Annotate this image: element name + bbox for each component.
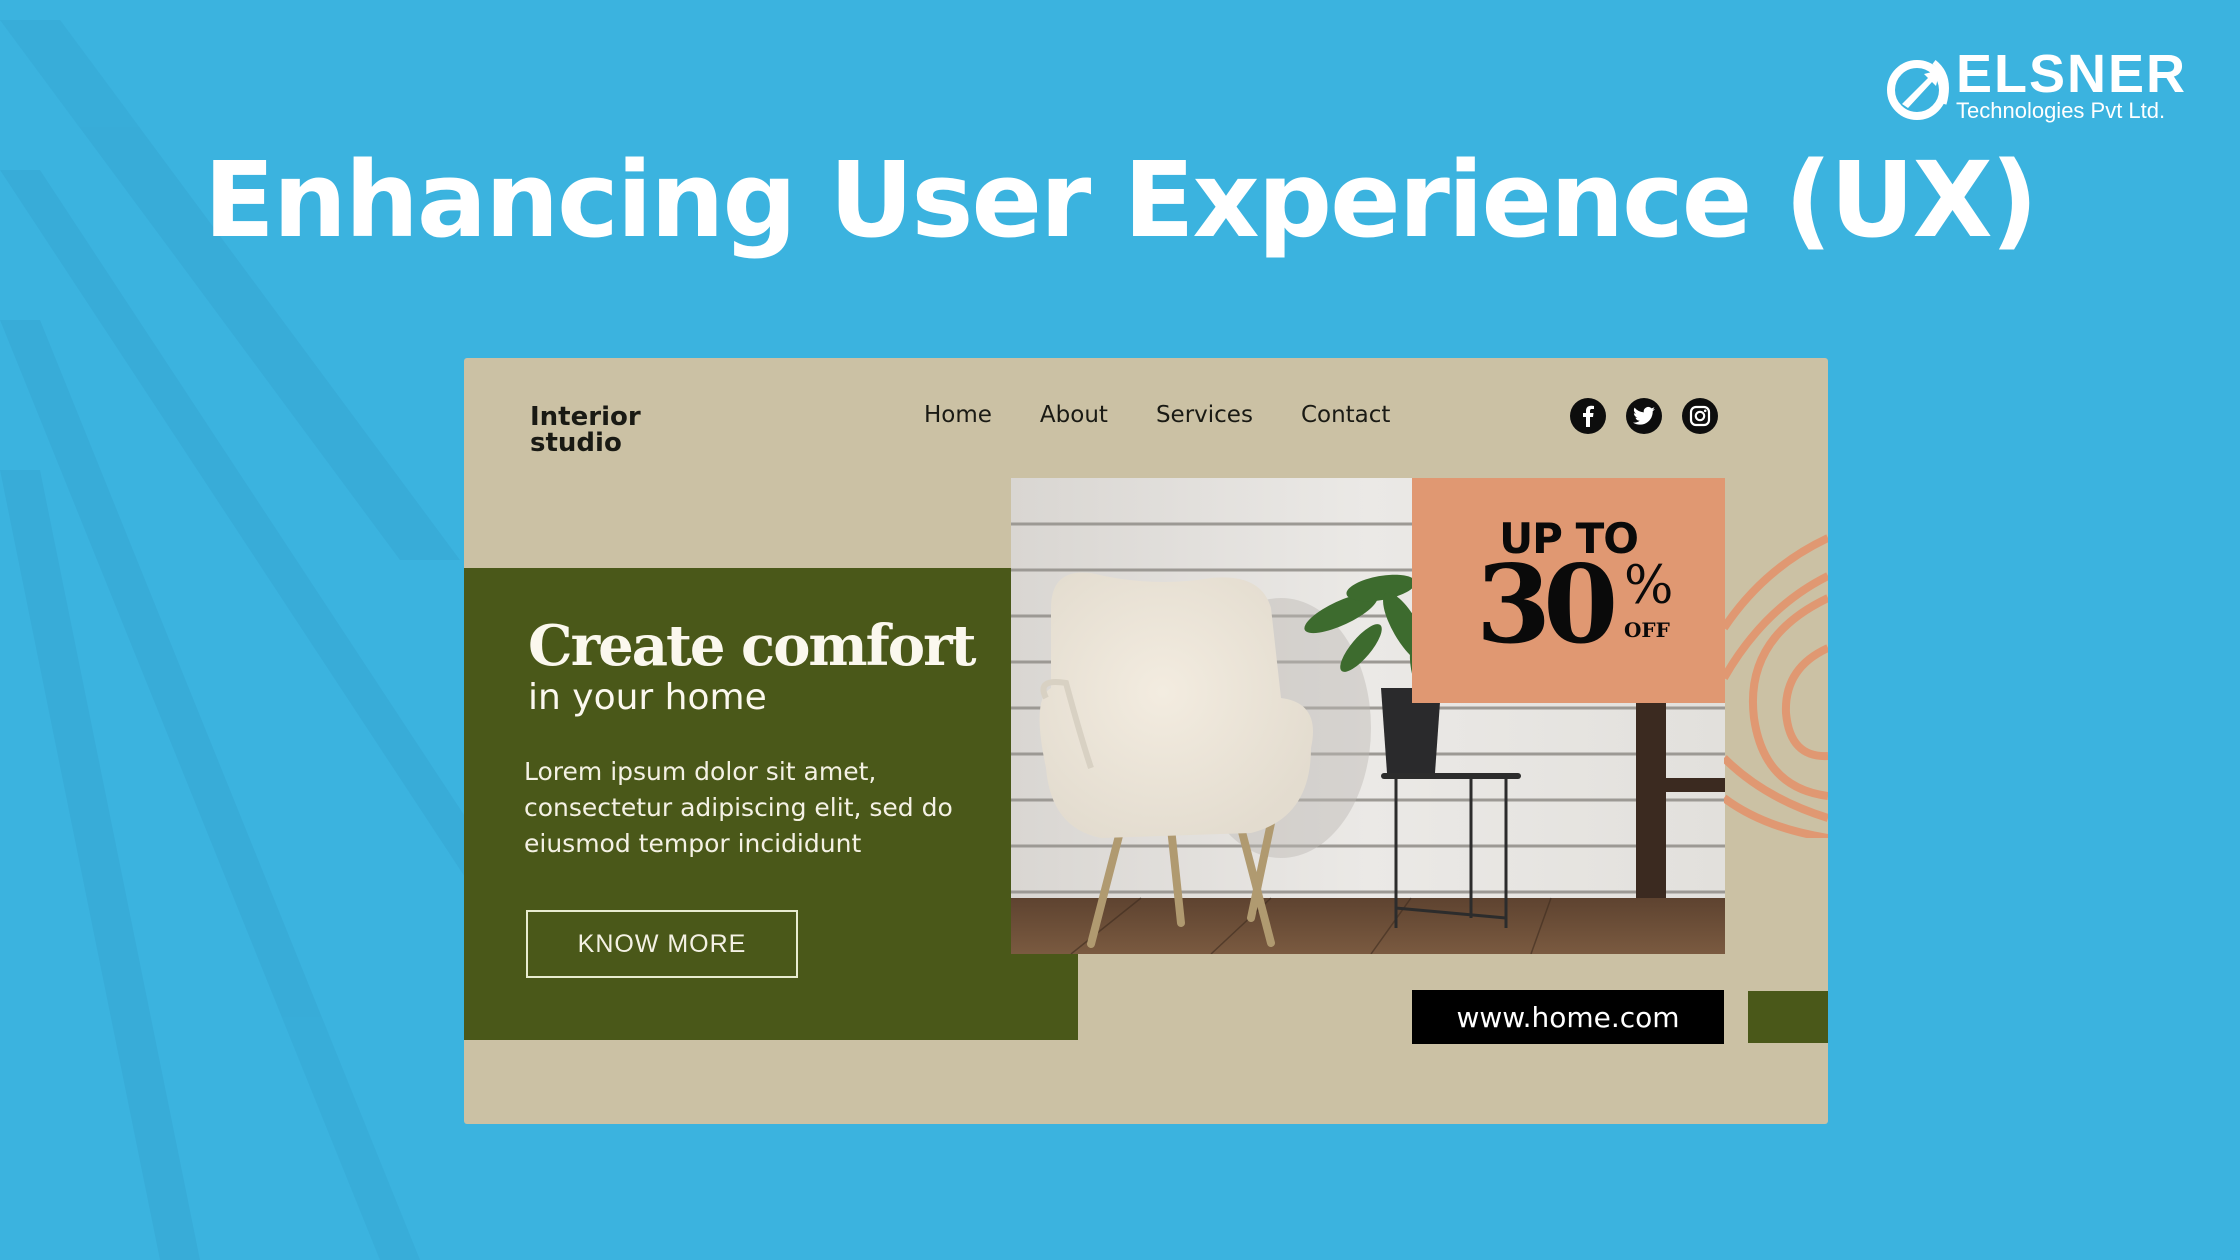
- elsner-swoosh-icon: [1887, 60, 1949, 120]
- nav-services[interactable]: Services: [1156, 402, 1253, 428]
- site-logo[interactable]: Interior studio: [530, 404, 641, 456]
- instagram-icon[interactable]: [1682, 398, 1718, 434]
- site-logo-line1: Interior: [530, 402, 641, 432]
- site-logo-line2: studio: [530, 428, 622, 458]
- decorative-arcs: [1724, 534, 1828, 838]
- main-nav: Home About Services Contact: [924, 402, 1438, 428]
- facebook-icon[interactable]: [1570, 398, 1606, 434]
- social-links: [1570, 398, 1718, 434]
- brand-name: ELSNER: [1956, 44, 2188, 104]
- page-title: Enhancing User Experience (UX): [203, 139, 2038, 261]
- nav-contact[interactable]: Contact: [1301, 402, 1390, 428]
- discount-number: 30: [1476, 542, 1618, 668]
- nav-about[interactable]: About: [1040, 402, 1108, 428]
- discount-percent: %: [1624, 556, 1674, 616]
- brand-logo: ELSNER Technologies Pvt Ltd.: [1884, 44, 2194, 130]
- decorative-green-block: [1748, 991, 1828, 1043]
- hero-panel: Create comfort in your home Lorem ipsum …: [464, 568, 1078, 1040]
- twitter-icon[interactable]: [1626, 398, 1662, 434]
- hero-title: Create comfort: [528, 613, 976, 679]
- hero-body: Lorem ipsum dolor sit amet, consectetur …: [524, 757, 953, 858]
- discount-badge: UP TO 30 % OFF: [1412, 478, 1725, 703]
- discount-off: OFF: [1624, 618, 1670, 642]
- website-url[interactable]: www.home.com: [1412, 990, 1724, 1044]
- hero-subtitle: in your home: [528, 677, 767, 718]
- website-mockup: Interior studio Home About Services Cont…: [464, 358, 1828, 1124]
- brand-subtitle: Technologies Pvt Ltd.: [1956, 98, 2166, 123]
- know-more-button[interactable]: KNOW MORE: [526, 910, 798, 978]
- nav-home[interactable]: Home: [924, 402, 992, 428]
